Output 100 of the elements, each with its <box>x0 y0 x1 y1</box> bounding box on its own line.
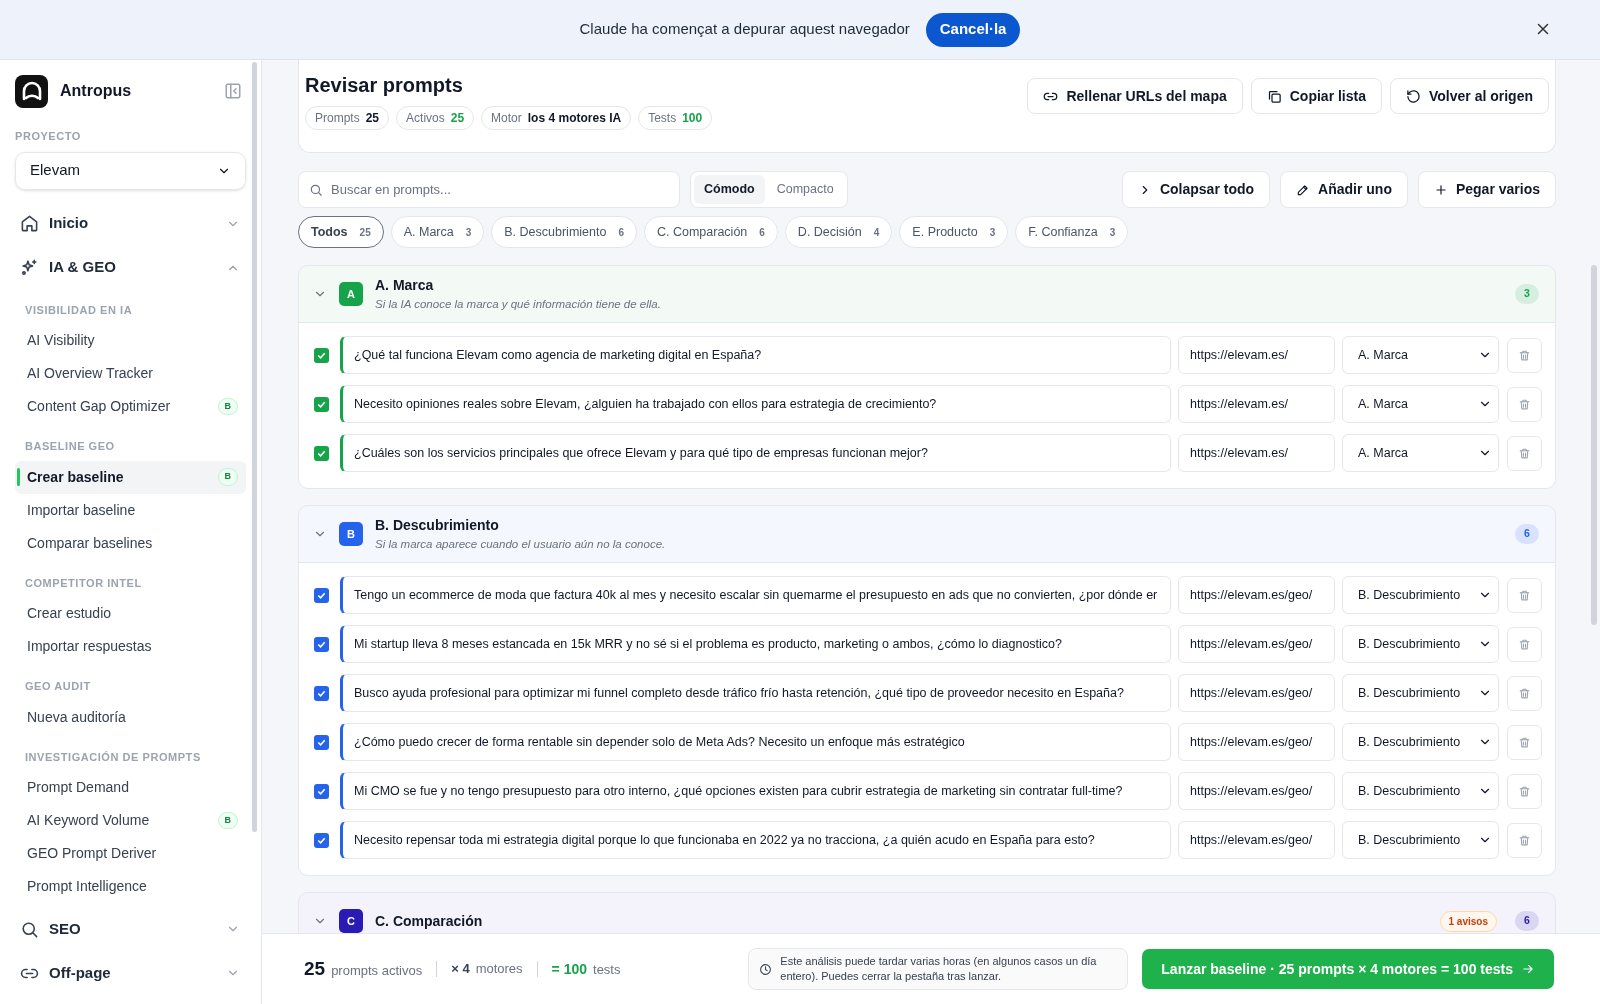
prompt-field[interactable]: Necesito opiniones reales sobre Elevam, ¿alguien ha trabajado con ellos para estrategia de crecimiento? <box>340 385 1171 423</box>
checkbox[interactable] <box>314 685 329 701</box>
note-text: Este análisis puede tardar varias horas (en algunos casos un día entero). Puedes cerrar la pestaña tras lanzar. <box>780 954 1098 984</box>
url-field[interactable]: https://elevam.es/geo/ <box>1178 821 1335 859</box>
group-description: Si la marca aparece cuando el usuario aún no la conoce. <box>375 536 667 552</box>
nav-item[interactable]: Importar respuestas <box>15 630 246 663</box>
banner-message: Claude ha començat a depurar aquest navegador <box>579 19 910 40</box>
engine-count: × 4 <box>451 960 470 979</box>
category-select[interactable]: B. Descubrimiento <box>1342 674 1499 712</box>
toolbar-button[interactable]: Rellenar URLs del mapa <box>1027 78 1243 114</box>
toolbar-button[interactable]: Colapsar todo <box>1121 171 1271 208</box>
toolbar-button[interactable]: Pegar varios <box>1417 171 1556 208</box>
trash-icon <box>1518 397 1531 411</box>
filter-chip[interactable]: Todos 25 <box>298 216 384 248</box>
nav-item[interactable]: IA & GEO <box>15 245 246 290</box>
filter-chip[interactable]: D. Decisión 4 <box>784 216 893 248</box>
count-badge: 6 <box>1515 524 1539 544</box>
category-select[interactable]: B. Descubrimiento <box>1342 821 1499 859</box>
group-header[interactable]: B B. Descubrimiento Si la marca aparece cuando el usuario aún no la conoce. 6 <box>299 506 1555 563</box>
group-letter-badge: B <box>339 522 363 546</box>
project-select[interactable]: Elevam <box>15 151 246 190</box>
url-field[interactable]: https://elevam.es/geo/ <box>1178 625 1335 663</box>
nav-item[interactable]: GEO Prompt Deriver <box>15 837 246 870</box>
toolbar-button[interactable]: Volver al origen <box>1390 78 1549 114</box>
nav-item[interactable]: Prompt Intelligence <box>15 870 246 903</box>
view-tab[interactable]: Compacto <box>766 175 844 204</box>
prompt-field[interactable]: Tengo un ecommerce de moda que factura 40k al mes y necesito escalar sin quemarme el presupuesto en ads que no convierten, ¿por dónde er <box>340 576 1171 614</box>
nav-item[interactable]: Crear estudio <box>15 597 246 630</box>
checkbox[interactable] <box>314 396 329 412</box>
cancel-button[interactable]: Cancel·la <box>925 12 1021 47</box>
nav-item[interactable]: Prompt Demand <box>15 771 246 804</box>
checkbox[interactable] <box>314 636 329 652</box>
nav-item[interactable]: Crear baseline B <box>15 460 246 494</box>
prompt-field[interactable]: Mi CMO se fue y no tengo presupuesto para otro interno, ¿qué opciones existen para cubrir estrategia de marketing sin contratar full-time? <box>340 772 1171 810</box>
nav-item[interactable]: Comparar baselines <box>15 526 246 560</box>
pencil-icon <box>1296 182 1311 197</box>
filter-chip[interactable]: B. Descubrimiento 6 <box>491 216 637 248</box>
checkbox[interactable] <box>314 347 329 363</box>
category-select[interactable]: B. Descubrimiento <box>1342 723 1499 761</box>
test-count: = 100 <box>551 959 588 979</box>
delete-button[interactable] <box>1507 577 1542 613</box>
url-field[interactable]: https://elevam.es/geo/ <box>1178 723 1335 761</box>
checkbox[interactable] <box>314 832 329 848</box>
prompt-field[interactable]: Necesito repensar toda mi estrategia digital porque lo que funcionaba en 2022 ya no tracciona, ¿a quién acudo en España para esto? <box>340 821 1171 859</box>
url-field[interactable]: https://elevam.es/geo/ <box>1178 576 1335 614</box>
nav-item[interactable]: Nueva auditoría <box>15 700 246 734</box>
url-field[interactable]: https://elevam.es/ <box>1178 336 1335 374</box>
category-select[interactable]: B. Descubrimiento <box>1342 576 1499 614</box>
beta-badge: B <box>217 811 238 830</box>
prompt-field[interactable]: ¿Cuáles son los servicios principales que ofrece Elevam y para qué tipo de empresas funcionan mejor? <box>340 434 1171 472</box>
category-select[interactable]: A. Marca <box>1342 385 1499 423</box>
group-header[interactable]: C C. Comparación 1 avisos 6 <box>299 893 1555 933</box>
section-heading: COMPETITOR INTEL <box>24 575 143 591</box>
nav-item[interactable]: Importar baseline <box>15 493 246 527</box>
category-select[interactable]: B. Descubrimiento <box>1342 625 1499 663</box>
prompt-field[interactable]: ¿Qué tal funciona Elevam como agencia de marketing digital en España? <box>340 336 1171 374</box>
delete-button[interactable] <box>1507 435 1542 471</box>
sidebar-toggle-icon <box>224 82 242 100</box>
nav-item[interactable]: Off-page <box>15 951 246 995</box>
nav-item[interactable]: Content Gap Optimizer B <box>15 390 246 423</box>
search-field[interactable]: Buscar en prompts... <box>298 171 680 208</box>
toolbar-button[interactable]: Copiar lista <box>1250 78 1382 114</box>
checkbox[interactable] <box>314 734 329 750</box>
filter-chip[interactable]: C. Comparación 6 <box>643 216 778 248</box>
checkbox[interactable] <box>314 445 329 461</box>
group-header[interactable]: A A. Marca Si la IA conoce la marca y qué información tiene de ella. 3 <box>299 266 1555 323</box>
view-tab[interactable]: Cómodo <box>694 175 765 204</box>
category-select[interactable]: B. Descubrimiento <box>1342 772 1499 810</box>
prompt-field[interactable]: Mi startup lleva 8 meses estancada en 15k MRR y no sé si el problema es producto, marketing o ambos, ¿cómo lo diagnostico? <box>340 625 1171 663</box>
delete-button[interactable] <box>1507 386 1542 422</box>
count-badge: 3 <box>1515 284 1539 304</box>
nav-item[interactable]: SEO <box>15 907 246 951</box>
url-field[interactable]: https://elevam.es/ <box>1178 434 1335 472</box>
group-title: B. Descubrimiento <box>375 515 500 535</box>
delete-button[interactable] <box>1507 337 1542 373</box>
toolbar-button[interactable]: Añadir uno <box>1280 171 1408 208</box>
prompt-field[interactable]: ¿Cómo puedo crecer de forma rentable sin depender solo de Meta Ads? Necesito un enfoque más estratégico <box>340 723 1171 761</box>
nav-item[interactable]: AI Keyword Volume B <box>15 804 246 837</box>
delete-button[interactable] <box>1507 675 1542 711</box>
delete-button[interactable] <box>1507 773 1542 809</box>
url-field[interactable]: https://elevam.es/ <box>1178 385 1335 423</box>
filter-chip[interactable]: F. Confianza 3 <box>1015 216 1129 248</box>
filter-chip[interactable]: E. Producto 3 <box>899 216 1009 248</box>
url-field[interactable]: https://elevam.es/geo/ <box>1178 674 1335 712</box>
test-label: tests <box>593 960 621 979</box>
category-select[interactable]: A. Marca <box>1342 434 1499 472</box>
prompt-field[interactable]: Busco ayuda profesional para optimizar mi funnel completo desde tráfico frío hasta retención, ¿qué tipo de proveedor necesito en España? <box>340 674 1171 712</box>
collapse-sidebar-button[interactable] <box>224 82 242 100</box>
url-field[interactable]: https://elevam.es/geo/ <box>1178 772 1335 810</box>
delete-button[interactable] <box>1507 724 1542 760</box>
nav-item[interactable]: AI Overview Tracker <box>15 357 246 390</box>
checkbox[interactable] <box>314 783 329 799</box>
filter-chip[interactable]: A. Marca 3 <box>390 216 485 248</box>
checkbox[interactable] <box>314 587 329 603</box>
category-select[interactable]: A. Marca <box>1342 336 1499 374</box>
delete-button[interactable] <box>1507 626 1542 662</box>
section-heading: GEO AUDIT <box>24 679 92 694</box>
nav-item[interactable]: Inicio <box>15 201 246 246</box>
delete-button[interactable] <box>1507 822 1542 858</box>
nav-item[interactable]: AI Visibility <box>15 324 246 357</box>
